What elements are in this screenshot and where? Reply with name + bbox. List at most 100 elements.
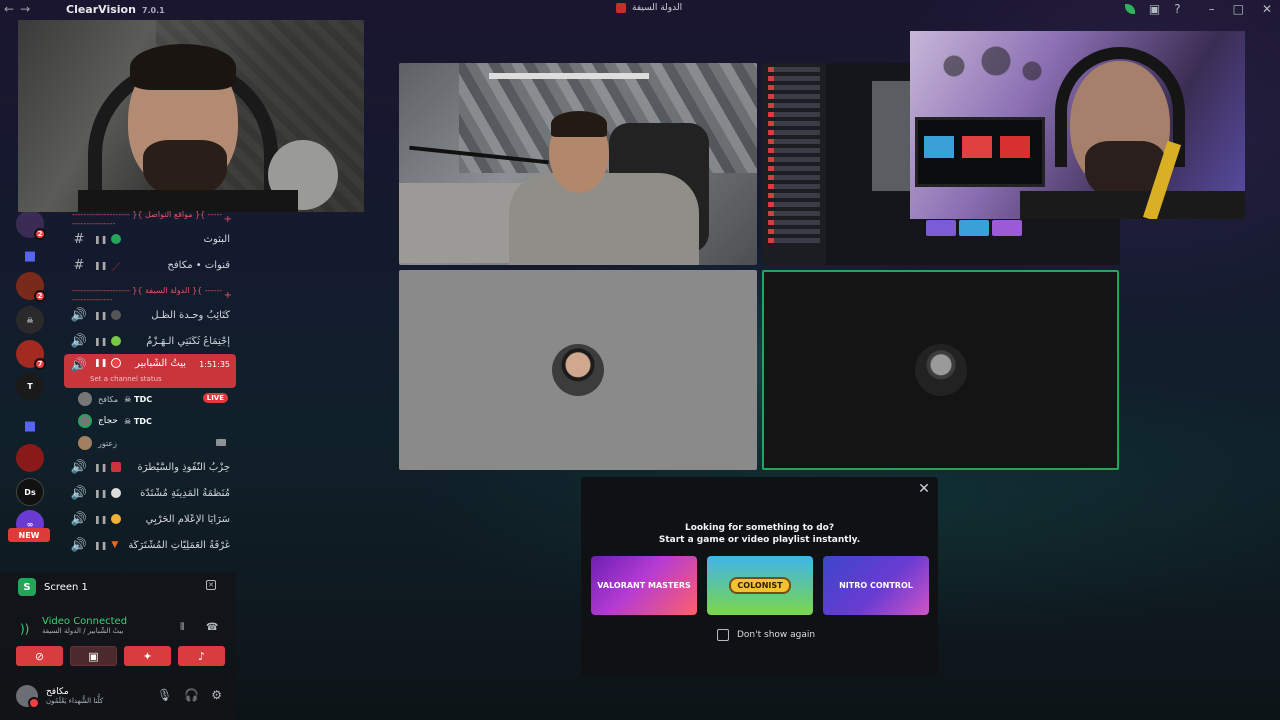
- video-tile-avatar-speaking[interactable]: [762, 270, 1119, 470]
- activity-card-label: VALORANT MASTERS: [597, 581, 691, 590]
- live-badge[interactable]: LIVE: [202, 393, 228, 403]
- video-tile-avatar-1[interactable]: [399, 270, 757, 470]
- triangle-icon: ▼: [111, 540, 119, 550]
- user-avatar: [552, 344, 604, 396]
- screen-share-icon: S: [18, 578, 36, 596]
- settings-gear-icon[interactable]: ⚙: [211, 688, 222, 702]
- microphone-icon[interactable]: 🎙: [157, 688, 172, 702]
- screen-share-row[interactable]: S Screen 1: [18, 578, 88, 596]
- category-header[interactable]: -------------------- }{ الدولة السيفة }{…: [64, 286, 236, 304]
- server-icon-4[interactable]: 7: [16, 340, 46, 370]
- unread-badge: 7: [34, 358, 46, 370]
- pause-icon: ❚❚: [94, 336, 108, 346]
- activity-cards: VALORANT MASTERS COLONIST NITRO CONTROL: [591, 556, 929, 615]
- close-window-icon[interactable]: ✕: [1262, 2, 1272, 16]
- folder-icon[interactable]: ■: [16, 412, 44, 440]
- text-channel-broadcasts[interactable]: # ❚❚ البثوث: [64, 226, 236, 252]
- category-header[interactable]: -------------------- }{ مواقع التواصل }{…: [64, 210, 236, 228]
- voice-channel[interactable]: 🔊 ❚❚ إِجْتِمَاعُ ثُكْنَتِي الـهَـزْمُ: [64, 328, 236, 354]
- stop-stream-icon[interactable]: ✕: [206, 580, 216, 590]
- video-tile-1[interactable]: [399, 63, 757, 265]
- forward-arrow-icon[interactable]: →: [20, 2, 30, 16]
- unread-badge: 2: [34, 228, 46, 240]
- clan-tag-text: TDC: [134, 394, 153, 404]
- help-icon[interactable]: ?: [1174, 2, 1180, 16]
- popup-heading-line-1: Looking for something to do?: [684, 523, 835, 533]
- channel-name: البثوث: [203, 233, 230, 245]
- channel-name: كَتَائِبُ وحـدة الظـل: [151, 309, 230, 321]
- active-voice-channel[interactable]: 🔊 ❚❚ بيتُ الشِّبابير 1:51:35 Set a chann…: [64, 354, 236, 388]
- person-hair: [551, 111, 607, 137]
- folder-icon[interactable]: ■: [16, 242, 44, 270]
- hash-icon: #: [73, 257, 85, 273]
- signal-icon[interactable]: )): [20, 622, 34, 636]
- voice-member[interactable]: زعتور: [64, 432, 236, 454]
- stream-preview-sidebar: [762, 63, 826, 265]
- maximize-icon[interactable]: □: [1233, 2, 1244, 16]
- server-icon-3[interactable]: ☠: [16, 306, 44, 334]
- activity-card-valorant[interactable]: VALORANT MASTERS: [591, 556, 697, 615]
- close-icon[interactable]: ✕: [916, 481, 932, 497]
- tv-tile: [962, 136, 992, 158]
- leaf-icon[interactable]: [1124, 4, 1135, 14]
- camera-off-button[interactable]: ⊘: [16, 646, 63, 666]
- screen-share-button[interactable]: ▣: [70, 646, 117, 666]
- dont-show-again[interactable]: Don't show again: [717, 629, 815, 641]
- server-icon-5[interactable]: T: [16, 372, 44, 400]
- server-icon-7[interactable]: Ds: [16, 478, 44, 506]
- app-name: ClearVision: [66, 3, 136, 16]
- minimize-icon[interactable]: –: [1209, 2, 1215, 16]
- inbox-icon[interactable]: ▣: [1149, 2, 1160, 16]
- hair: [130, 44, 236, 90]
- voice-channel[interactable]: 🔊 ❚❚ كَتَائِبُ وحـدة الظـل: [64, 302, 236, 328]
- server-icon-1[interactable]: 2: [16, 210, 46, 240]
- activity-card-colonist[interactable]: COLONIST: [707, 556, 813, 615]
- speaker-icon: 🔊: [70, 307, 88, 323]
- server-rail: 2 ■ 2 ☠ 7 T ■ Ds ∞: [14, 210, 46, 570]
- server-icon: [616, 3, 626, 13]
- noise-suppression-icon[interactable]: ⦀: [180, 622, 184, 633]
- pause-icon: ❚❚: [94, 462, 108, 472]
- add-channel-icon[interactable]: +: [224, 214, 232, 225]
- user-name: مكافح: [46, 687, 69, 697]
- back-arrow-icon[interactable]: ←: [4, 2, 14, 16]
- avatar: [78, 392, 92, 406]
- dont-show-label: Don't show again: [737, 630, 816, 640]
- server-icon-6[interactable]: [16, 444, 44, 472]
- disconnect-icon[interactable]: ☎: [206, 622, 218, 633]
- channel-name: بيتُ الشِّبابير: [135, 358, 186, 369]
- tv-screen: [915, 117, 1045, 187]
- camera-icon: [216, 439, 226, 446]
- member-name: زعتور: [98, 438, 118, 448]
- activity-card-label: COLONIST: [729, 577, 791, 594]
- activity-card-nitro-control[interactable]: NITRO CONTROL: [823, 556, 929, 615]
- voice-channel[interactable]: 🔊 ❚❚ سَرَايَا الإِعْلَامِ الْحَرْبِي: [64, 506, 236, 532]
- app-version: 7.0.1: [141, 6, 165, 15]
- channel-status-prompt[interactable]: Set a channel status: [90, 375, 162, 383]
- connection-channel[interactable]: بيتُ الشِّبابير / الدولة السيفة: [42, 627, 182, 635]
- new-pill[interactable]: NEW: [8, 528, 50, 542]
- activities-button[interactable]: ✦: [124, 646, 171, 666]
- user-names[interactable]: مكافح كلُّنا الشُّهداء يَعْلَمُون: [46, 687, 103, 705]
- screen-share-label: Screen 1: [44, 581, 88, 593]
- crown-icon: [111, 514, 122, 524]
- pip-camera-feed[interactable]: [910, 31, 1245, 219]
- voice-channel[interactable]: 🔊 ❚❚ ▼ غُرْفَةُ الْعَمَلِيَّاتِ الْمُشْت…: [64, 532, 236, 558]
- voice-member[interactable]: حجاج ☠ TDC: [64, 410, 236, 432]
- server-icon-2[interactable]: 2: [16, 272, 46, 302]
- text-channel-channels[interactable]: # ❚❚ ／ قنوات • مكافح: [64, 252, 236, 278]
- voice-channel[interactable]: 🔊 ❚❚ مُنَظَّمَةُ الْمَدِينَةِ مُشْتَدَّة: [64, 480, 236, 506]
- channel-timer: 1:51:35: [199, 360, 230, 369]
- voice-member[interactable]: مكافح ☠ TDC LIVE: [64, 388, 236, 410]
- wall-map: [930, 41, 1050, 91]
- user-avatar[interactable]: [16, 685, 40, 709]
- soundboard-button[interactable]: ♪: [178, 646, 225, 666]
- headset-icon[interactable]: 🎧: [184, 688, 199, 702]
- clan-tag: ☠ TDC: [123, 416, 152, 426]
- add-channel-icon[interactable]: +: [224, 290, 232, 301]
- user-area: مكافح كلُّنا الشُّهداء يَعْلَمُون 🎙 🎧 ⚙: [16, 682, 228, 710]
- channel-name: غُرْفَةُ الْعَمَلِيَّاتِ الْمُشْتَرَكَة: [128, 539, 230, 551]
- dont-show-checkbox[interactable]: [717, 629, 729, 641]
- popup-heading-line-2: Start a game or video playlist instantly…: [658, 535, 861, 545]
- voice-channel[interactable]: 🔊 ❚❚ حِزْبُ النُّفُوذِ والسَّيْطَرَة: [64, 454, 236, 480]
